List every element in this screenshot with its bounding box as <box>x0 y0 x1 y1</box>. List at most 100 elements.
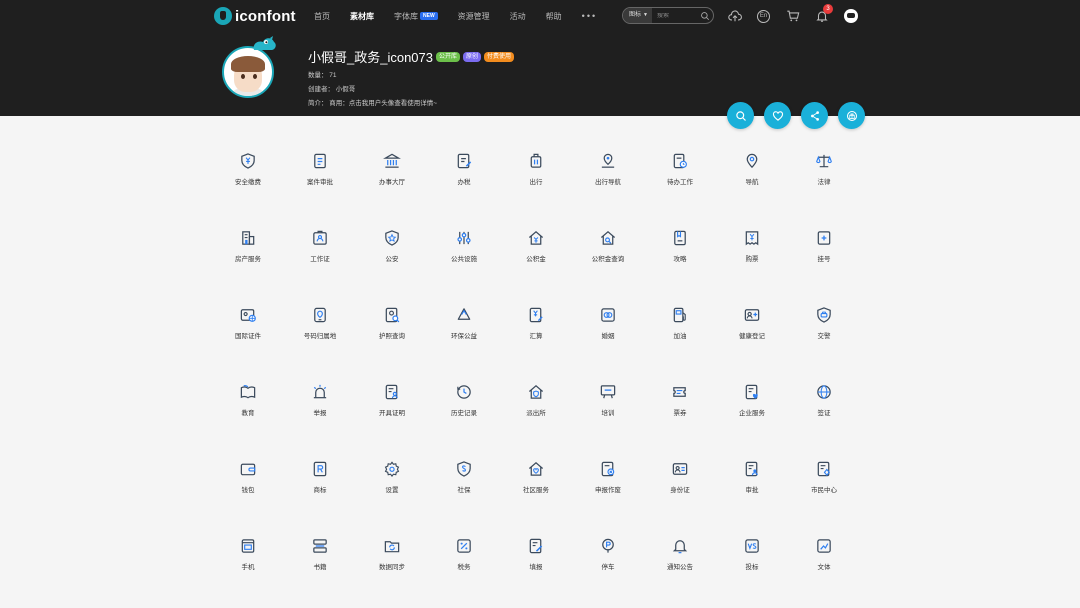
icon-label: 商标 <box>313 487 327 494</box>
tickets-icon <box>673 387 686 397</box>
icon-label: 申报作废 <box>595 487 621 494</box>
id-globe-icon <box>240 309 256 322</box>
icon-card[interactable]: 工作证 <box>284 207 356 284</box>
icon-card[interactable]: 出行 <box>500 130 572 207</box>
icon-card[interactable]: 教育 <box>212 361 284 438</box>
icon-card[interactable]: 填报 <box>500 515 572 592</box>
search-input[interactable] <box>651 12 697 19</box>
icon-card[interactable]: 购票 <box>716 207 788 284</box>
icon-card[interactable]: 案件审批 <box>284 130 356 207</box>
gift-button[interactable] <box>838 102 865 129</box>
icon-card[interactable]: 国际证件 <box>212 284 284 361</box>
icon-card[interactable]: 汇算 <box>500 284 572 361</box>
pin-icon <box>601 153 615 168</box>
search-action-button[interactable] <box>727 102 754 129</box>
icon-card[interactable]: 举报 <box>284 361 356 438</box>
icon-card[interactable]: 书籍 <box>284 515 356 592</box>
icon-label: 书籍 <box>313 564 327 571</box>
icon-card[interactable]: 培训 <box>572 361 644 438</box>
icon-card[interactable]: 健康登记 <box>716 284 788 361</box>
icon-card[interactable]: 攻略 <box>644 207 716 284</box>
icon-card[interactable]: 社保 <box>428 438 500 515</box>
nav-item-label: 帮助 <box>545 11 562 21</box>
icon-card[interactable]: 导航 <box>716 130 788 207</box>
icon-card[interactable]: 待办工作 <box>644 130 716 207</box>
icon-card[interactable]: 社区服务 <box>500 438 572 515</box>
language-switch[interactable]: En <box>755 7 772 24</box>
notification-bell-icon[interactable]: 3 <box>813 4 833 24</box>
parking-icon <box>602 538 614 553</box>
icon-card[interactable]: 税务 <box>428 515 500 592</box>
icon-label: 举报 <box>313 410 327 417</box>
iconfont-logo[interactable]: iconfont <box>214 6 296 26</box>
icon-label: 办税 <box>457 179 471 186</box>
icon-card[interactable]: 办事大厅 <box>356 130 428 207</box>
project-header <box>0 32 1080 116</box>
icon-card[interactable]: 文体 <box>788 515 860 592</box>
nav-item-materials[interactable]: 素材库 <box>350 11 374 22</box>
icon-card[interactable]: 通知公告 <box>644 515 716 592</box>
icon-card[interactable]: 环保公益 <box>428 284 500 361</box>
shield-car-icon <box>817 307 831 323</box>
share-icon <box>810 110 819 121</box>
icon-card[interactable]: 数据同步 <box>356 515 428 592</box>
icon-card[interactable]: 婚姻 <box>572 284 644 361</box>
icon-card[interactable]: 出行导航 <box>572 130 644 207</box>
icon-card[interactable]: 设置 <box>356 438 428 515</box>
icon-card[interactable]: 法律 <box>788 130 860 207</box>
icon-card[interactable]: 公共设施 <box>428 207 500 284</box>
user-avatar-button[interactable] <box>842 7 859 24</box>
icon-label: 填报 <box>529 564 543 571</box>
icon-card[interactable]: 护照查询 <box>356 284 428 361</box>
icon-card[interactable]: 安全缴费 <box>212 130 284 207</box>
nav-item-events[interactable]: 活动 <box>510 11 526 22</box>
hall-icon <box>383 153 401 168</box>
icon-card[interactable]: 钱包 <box>212 438 284 515</box>
icon-card[interactable]: 派出所 <box>500 361 572 438</box>
nav-item-home[interactable]: 首页 <box>314 11 330 22</box>
nav-item-label: 资源管理 <box>457 11 490 21</box>
search-scope-select[interactable]: 图标 ▼ <box>623 8 652 23</box>
icon-label: 培训 <box>601 410 615 417</box>
pin2-icon <box>746 153 758 169</box>
sliders-icon <box>457 231 471 245</box>
icon-card[interactable]: 办税 <box>428 130 500 207</box>
icon-label: 房产服务 <box>235 256 261 263</box>
icon-card[interactable]: 企业服务 <box>716 361 788 438</box>
icon-card[interactable]: 签证 <box>788 361 860 438</box>
id-card-icon <box>672 463 688 475</box>
nav-item-fonts[interactable]: 字体库 NEW <box>394 11 438 22</box>
doc-pen-icon <box>457 153 472 169</box>
house-search-icon <box>600 231 616 245</box>
icon-card[interactable]: 审批 <box>716 438 788 515</box>
upload-cloud-icon[interactable] <box>726 7 743 24</box>
icon-card[interactable]: 市民中心 <box>788 438 860 515</box>
cart-icon[interactable] <box>784 7 801 24</box>
nav-item-resources[interactable]: 资源管理 <box>458 11 490 22</box>
icon-card[interactable]: 房产服务 <box>212 207 284 284</box>
icon-card[interactable]: 历史记录 <box>428 361 500 438</box>
icon-card[interactable]: 公积金 <box>500 207 572 284</box>
icon-card[interactable]: 挂号 <box>788 207 860 284</box>
nav-item-help[interactable]: 帮助 <box>546 11 562 22</box>
icon-card[interactable]: 号码归属地 <box>284 284 356 361</box>
more-menu-button[interactable]: ••• <box>582 11 597 21</box>
icon-label: 安全缴费 <box>235 179 261 186</box>
icon-card[interactable]: 交警 <box>788 284 860 361</box>
icon-card[interactable]: 开具证明 <box>356 361 428 438</box>
icon-card[interactable]: 加油 <box>644 284 716 361</box>
icon-card[interactable]: 商标 <box>284 438 356 515</box>
icon-card[interactable]: 票券 <box>644 361 716 438</box>
icon-card[interactable]: 手机 <box>212 515 284 592</box>
favorite-button[interactable] <box>764 102 791 129</box>
icon-card[interactable]: 投标 <box>716 515 788 592</box>
icon-card[interactable]: 申报作废 <box>572 438 644 515</box>
icon-card[interactable]: 身份证 <box>644 438 716 515</box>
icon-label: 国际证件 <box>235 333 261 340</box>
search-icon[interactable] <box>697 11 713 21</box>
icon-card[interactable]: 公积金查询 <box>572 207 644 284</box>
share-button[interactable] <box>801 102 828 129</box>
gift-icon <box>846 110 857 121</box>
icon-card[interactable]: 公安 <box>356 207 428 284</box>
icon-card[interactable]: 停车 <box>572 515 644 592</box>
